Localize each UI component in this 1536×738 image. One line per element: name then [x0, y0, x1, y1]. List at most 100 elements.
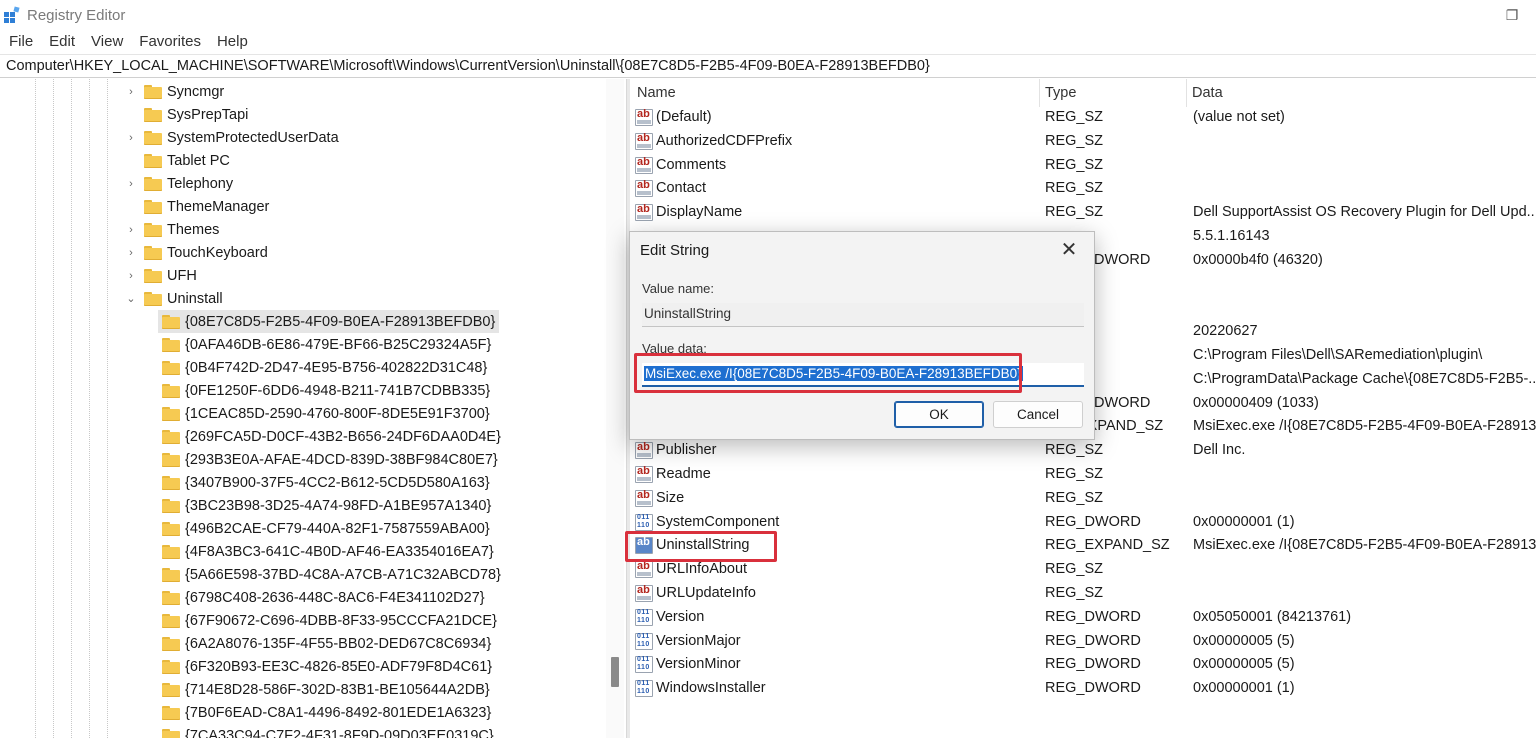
tree-subkey[interactable]: {714E8D28-586F-302D-83B1-BE105644A2DB}	[158, 678, 494, 701]
column-data[interactable]: Data	[1186, 79, 1536, 107]
value-data: (value not set)	[1193, 109, 1285, 125]
value-row[interactable]: WindowsInstaller REG_DWORD 0x00000001 (1)	[631, 677, 1536, 701]
value-type: REG_SZ	[1045, 180, 1104, 197]
tree-subkey[interactable]: {08E7C8D5-F2B5-4F09-B0EA-F28913BEFDB0}	[158, 310, 500, 333]
value-row[interactable]: (Default) REG_SZ (value not set)	[631, 106, 1536, 130]
value-data: MsiExec.exe /I{08E7C8D5-F2B5-4F09-B0EA-F…	[1193, 537, 1536, 554]
value-type: DWORD	[1094, 251, 1151, 268]
value-data: 0x00000001 (1)	[1193, 513, 1295, 530]
value-row[interactable]: SystemComponent REG_DWORD 0x00000001 (1)	[631, 511, 1536, 535]
value-name: AuthorizedCDFPrefix	[656, 132, 793, 149]
tree-item[interactable]: › UFH	[124, 264, 197, 287]
chevron-icon[interactable]: ›	[124, 86, 138, 98]
value-row[interactable]: Comments REG_SZ	[631, 154, 1536, 178]
value-data-input[interactable]: MsiExec.exe /I{08E7C8D5-F2B5-4F09-B0EA-F…	[642, 363, 1084, 387]
value-name: Contact	[656, 180, 706, 197]
tree-subkey[interactable]: {6F320B93-EE3C-4826-85E0-ADF79F8D4C61}	[158, 655, 496, 678]
chevron-icon[interactable]: ›	[124, 270, 138, 282]
cancel-button[interactable]: Cancel	[993, 401, 1083, 428]
value-row[interactable]: VersionMinor REG_DWORD 0x00000005 (5)	[631, 653, 1536, 677]
tree-item[interactable]: › Telephony	[124, 172, 233, 195]
value-type: REG_SZ	[1045, 109, 1104, 125]
folder-icon	[162, 406, 180, 421]
value-row[interactable]: Contact REG_SZ	[631, 177, 1536, 201]
tree-subkey[interactable]: {1CEAC85D-2590-4760-800F-8DE5E91F3700}	[158, 402, 494, 425]
tree-subkey[interactable]: {6798C408-2636-448C-8AC6-F4E341102D27}	[158, 586, 489, 609]
menu-help[interactable]: Help	[217, 33, 248, 50]
value-type: REG_EXPAND_SZ	[1045, 537, 1170, 554]
binary-value-icon	[635, 656, 653, 674]
tree-subkey[interactable]: {7B0F6EAD-C8A1-4496-8492-801EDE1A6323}	[158, 701, 495, 724]
tree-scrollbar[interactable]	[606, 79, 624, 738]
tree-subkey[interactable]: {293B3E0A-AFAE-4DCD-839D-38BF984C80E7}	[158, 448, 502, 471]
string-value-icon	[635, 156, 653, 174]
value-row[interactable]: AuthorizedCDFPrefix REG_SZ	[631, 130, 1536, 154]
menu-view[interactable]: View	[91, 33, 123, 50]
tree-subkey[interactable]: {0B4F742D-2D47-4E95-B756-402822D31C48}	[158, 356, 491, 379]
value-name: Comments	[656, 156, 727, 173]
menu-edit[interactable]: Edit	[49, 33, 75, 50]
restore-button[interactable]: ❐	[1488, 0, 1536, 30]
value-type: DWORD	[1094, 394, 1151, 411]
value-type: REG_SZ	[1045, 561, 1104, 578]
tree-subkey[interactable]: {6A2A8076-135F-4F55-BB02-DED67C8C6934}	[158, 632, 495, 655]
tree-subkey[interactable]: {0FE1250F-6DD6-4948-B211-741B7CDBB335}	[158, 379, 494, 402]
close-icon[interactable]: ✕	[1054, 236, 1084, 264]
tree-item[interactable]: ThemeManager	[124, 195, 269, 218]
tree-item[interactable]: › TouchKeyboard	[124, 241, 268, 264]
value-data: 20220627	[1193, 323, 1258, 340]
value-row[interactable]: Publisher REG_SZ Dell Inc.	[631, 439, 1536, 463]
tree-subkey[interactable]: {3407B900-37F5-4CC2-B612-5CD5D580A163}	[158, 471, 494, 494]
value-row[interactable]: Size REG_SZ	[631, 487, 1536, 511]
window-controls: ❐	[1488, 0, 1536, 30]
tree-scrollbar-thumb[interactable]	[611, 657, 619, 687]
value-row[interactable]: UninstallString REG_EXPAND_SZ MsiExec.exe …	[631, 534, 1536, 558]
menu-file[interactable]: File	[9, 33, 33, 50]
binary-value-icon	[635, 608, 653, 626]
column-name[interactable]: Name	[631, 79, 1039, 107]
value-row[interactable]: URLInfoAbout REG_SZ	[631, 558, 1536, 582]
tree-subkey[interactable]: {5A66E598-37BD-4C8A-A7CB-A71C32ABCD78}	[158, 563, 505, 586]
tree-item[interactable]: Tablet PC	[124, 149, 230, 172]
tree-item-label: TouchKeyboard	[167, 244, 268, 261]
tree-subkey[interactable]: {0AFA46DB-6E86-479E-BF66-B25C29324A5F}	[158, 333, 495, 356]
address-bar[interactable]: Computer\HKEY_LOCAL_MACHINE\SOFTWARE\Mic…	[0, 54, 1536, 78]
value-row[interactable]: Version REG_DWORD 0x05050001 (84213761)	[631, 606, 1536, 630]
chevron-icon[interactable]: ›	[124, 178, 138, 190]
value-row[interactable]: URLUpdateInfo REG_SZ	[631, 582, 1536, 606]
folder-icon	[162, 429, 180, 444]
tree-subkey[interactable]: {4F8A3BC3-641C-4B0D-AF46-EA3354016EA7}	[158, 540, 498, 563]
tree-item[interactable]: ⌄ Uninstall	[124, 287, 222, 310]
chevron-icon[interactable]: ⌄	[124, 292, 138, 305]
value-row[interactable]: VersionMajor REG_DWORD 0x00000005 (5)	[631, 630, 1536, 654]
folder-icon	[144, 245, 162, 260]
tree-subkey[interactable]: {3BC23B98-3D25-4A74-98FD-A1BE957A1340}	[158, 494, 495, 517]
tree-subkey-label: {67F90672-C696-4DBB-8F33-95CCCFA21DCE}	[185, 612, 497, 629]
tree-subkey[interactable]: {7CA33C94-C7F2-4F31-8F9D-09D03EE0319C}	[158, 724, 498, 738]
tree-subkey-label: {0B4F742D-2D47-4E95-B756-402822D31C48}	[185, 359, 488, 376]
chevron-icon[interactable]: ›	[124, 132, 138, 144]
folder-icon	[162, 314, 180, 329]
tree-subkey[interactable]: {496B2CAE-CF79-440A-82F1-7587559ABA00}	[158, 517, 494, 540]
column-type[interactable]: Type	[1039, 79, 1187, 107]
value-row[interactable]: DisplayName REG_SZ Dell SupportAssist OS R…	[631, 201, 1536, 225]
chevron-icon[interactable]: ›	[124, 247, 138, 259]
tree-item[interactable]: › Syncmgr	[124, 80, 224, 103]
tree-subkey[interactable]: {269FCA5D-D0CF-43B2-B656-24DF6DAA0D4E}	[158, 425, 505, 448]
tree-subkey[interactable]: {67F90672-C696-4DBB-8F33-95CCCFA21DCE}	[158, 609, 501, 632]
ok-button[interactable]: OK	[894, 401, 984, 428]
value-data-selection: MsiExec.exe /I{08E7C8D5-F2B5-4F09-B0EA-F…	[644, 366, 1023, 381]
value-name: URLInfoAbout	[656, 561, 748, 578]
menu-favorites[interactable]: Favorites	[139, 33, 201, 50]
value-type: REG_SZ	[1045, 442, 1104, 459]
tree-item[interactable]: › Themes	[124, 218, 219, 241]
tree-item-label: SystemProtectedUserData	[167, 129, 339, 146]
chevron-icon[interactable]: ›	[124, 224, 138, 236]
tree-subkey-label: {6A2A8076-135F-4F55-BB02-DED67C8C6934}	[185, 635, 492, 652]
value-row[interactable]: Readme REG_SZ	[631, 463, 1536, 487]
value-type: REG_DWORD	[1045, 608, 1141, 625]
tree-item[interactable]: › SystemProtectedUserData	[124, 126, 339, 149]
tree-subkey-label: {08E7C8D5-F2B5-4F09-B0EA-F28913BEFDB0}	[185, 313, 496, 330]
tree-item[interactable]: SysPrepTapi	[124, 103, 248, 126]
key-tree[interactable]: › Syncmgr SysPrepTapi › SystemProtectedUserD…	[0, 79, 606, 738]
